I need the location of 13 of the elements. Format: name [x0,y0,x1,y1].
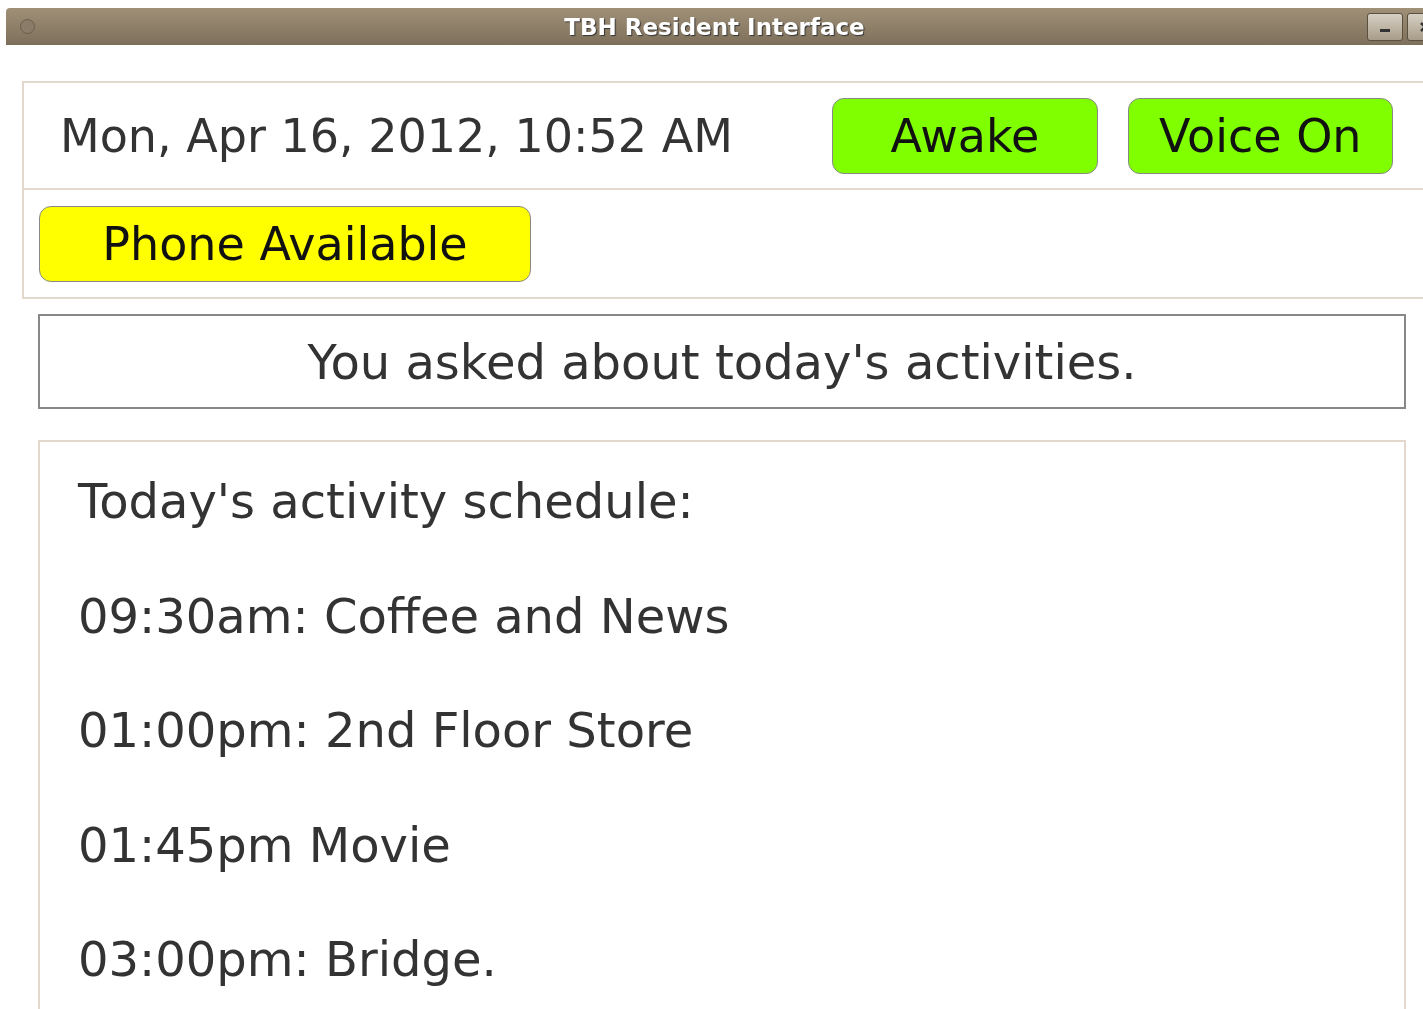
schedule-item: 01:45pm Movie [78,815,451,875]
status-button[interactable]: Voice On [1127,97,1393,174]
window-title: TBH Resident Interface [564,13,865,40]
schedule-item: 09:30am: Coffee and News [78,586,730,646]
status-button[interactable]: Awake [832,97,1098,174]
phone-button[interactable]: Phone Available [39,205,531,282]
message-text: You asked about today's activities. [307,333,1137,390]
schedule-item: 01:00pm: 2nd Floor Store [78,701,694,760]
date-time: Mon, Apr 16, 2012, 10:52 AM [60,108,734,163]
minimize-icon [1380,29,1390,32]
minimize-button[interactable] [1367,12,1403,41]
schedule-heading: Today's activity schedule: [78,472,694,531]
schedule-item: 03:00pm: Bridge. [78,930,497,989]
